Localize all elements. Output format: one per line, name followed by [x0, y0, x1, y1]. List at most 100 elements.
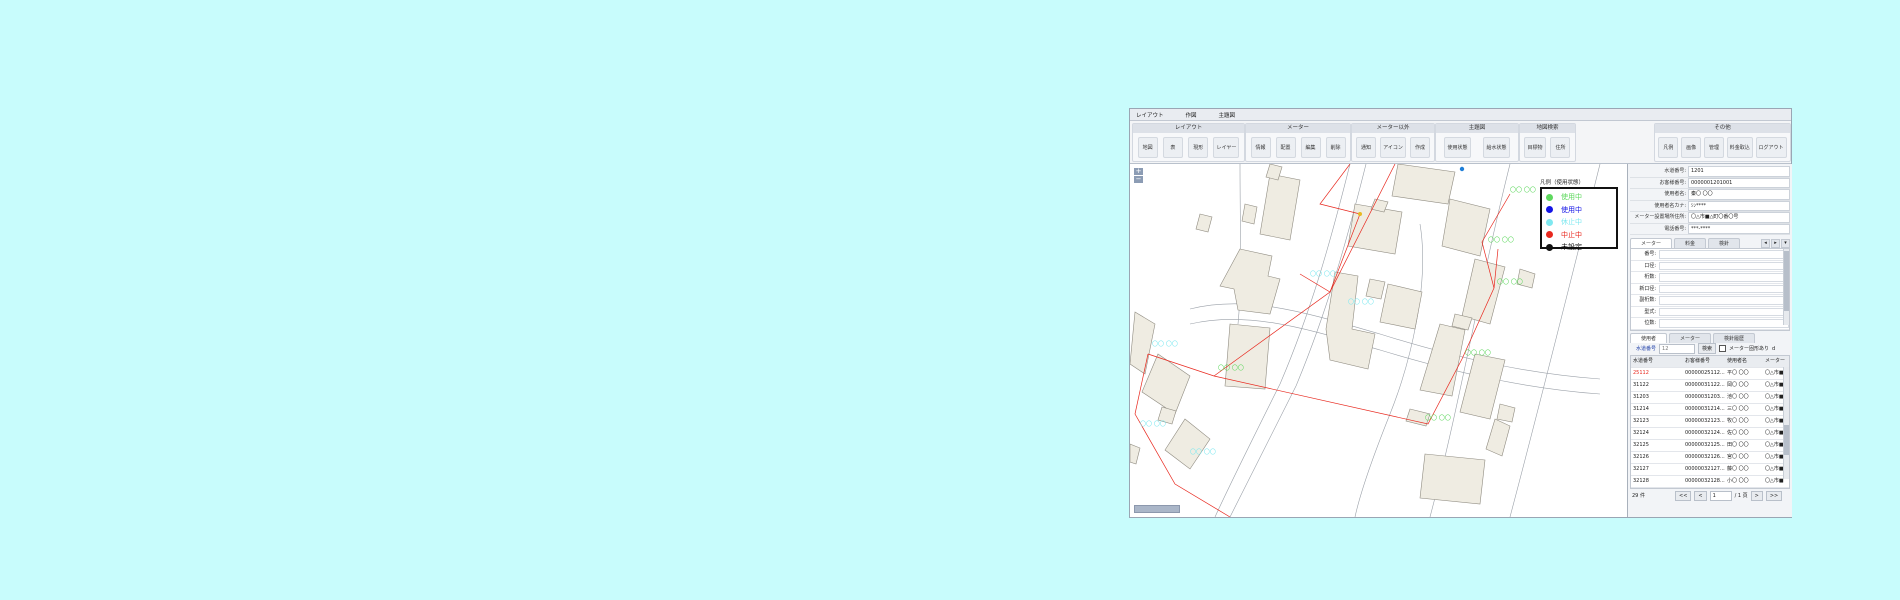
tab-right-icon[interactable]: ▸: [1771, 239, 1780, 248]
table-cell: 三〇 〇〇: [1727, 405, 1749, 412]
usage-state-button[interactable]: 使用状態: [1444, 136, 1471, 158]
table-row[interactable]: 31203 00000031203... 池〇 〇〇 〇△市■: [1631, 392, 1789, 404]
table-cell: 00000025112...: [1685, 369, 1725, 376]
ribbon-group-meter: メーター 情報 配置 編集 削除: [1245, 123, 1351, 162]
checkbox-label: メーター固形あり: [1729, 346, 1770, 352]
ribbon-group-title: その他: [1655, 124, 1790, 133]
menu-theme-map[interactable]: 主題図: [1219, 111, 1236, 119]
column-header[interactable]: メーター: [1765, 356, 1789, 367]
logout-button[interactable]: ログアウト: [1755, 136, 1787, 158]
current-button[interactable]: 現形: [1188, 136, 1209, 158]
table-button[interactable]: 表: [1162, 136, 1183, 158]
tab-meters[interactable]: メーター: [1669, 332, 1712, 343]
landmark-button[interactable]: 目標物: [1524, 136, 1546, 158]
address-button[interactable]: 住所: [1550, 136, 1571, 158]
zoom-out-button[interactable]: −: [1134, 176, 1143, 183]
next-page-button[interactable]: >: [1750, 490, 1763, 501]
digits-input[interactable]: [1659, 273, 1789, 282]
tab-users[interactable]: 使用者: [1630, 332, 1668, 343]
search-input[interactable]: 12: [1659, 343, 1696, 354]
table-cell: 00000032125...: [1685, 441, 1725, 448]
table-cell: 00000032124...: [1685, 429, 1725, 436]
table-row[interactable]: 31122 00000031122... 岡〇 〇〇 〇△市■: [1631, 380, 1789, 392]
user-name-field[interactable]: 秦〇 〇〇: [1688, 189, 1790, 200]
table-cell: 小〇 〇〇: [1727, 477, 1749, 484]
meter-info-button[interactable]: 情報: [1250, 136, 1271, 158]
menu-draw[interactable]: 作図: [1186, 111, 1197, 119]
tab-reading-history[interactable]: 検針履歴: [1713, 332, 1756, 343]
model-input[interactable]: [1659, 307, 1789, 316]
table-cell: 岡〇 〇〇: [1727, 381, 1749, 388]
table-row[interactable]: 31214 00000031214... 三〇 〇〇 〇△市■: [1631, 404, 1789, 416]
meter-number-input[interactable]: [1659, 250, 1789, 259]
diameter-input[interactable]: [1659, 261, 1789, 270]
table-cell: 32128: [1633, 477, 1649, 484]
prev-page-button[interactable]: <: [1694, 490, 1707, 501]
column-header[interactable]: 水道番号: [1631, 356, 1685, 367]
customer-no-field[interactable]: 0000001201001: [1688, 177, 1790, 188]
ribbon-group-title: レイアウト: [1133, 124, 1244, 133]
ribbon-group-title: 地図検索: [1520, 124, 1575, 133]
user-kana-field[interactable]: ｼﾝ****: [1688, 200, 1790, 211]
table-row[interactable]: 25112 00000025112... 平〇 〇〇 〇△市■: [1631, 368, 1789, 380]
tab-fee[interactable]: 料金: [1674, 238, 1707, 248]
svg-text:〇〇 〇〇: 〇〇 〇〇: [1465, 350, 1491, 357]
table-cell: 宮〇 〇〇: [1727, 453, 1749, 460]
fee-import-button[interactable]: 料金取込: [1726, 136, 1753, 158]
legend-button[interactable]: 凡例: [1658, 136, 1679, 158]
table-row[interactable]: 32128 00000032128... 小〇 〇〇 〇△市■: [1631, 476, 1789, 488]
table-cell: 佐〇 〇〇: [1727, 429, 1749, 436]
legend-label: 使用中: [1561, 193, 1582, 202]
tab-meter[interactable]: メーター: [1630, 238, 1673, 248]
ribbon-group-layout: レイアウト 地図 表 現形 レイヤー: [1132, 123, 1245, 162]
page-input[interactable]: 1: [1709, 490, 1732, 501]
notice-button[interactable]: 通知: [1356, 136, 1377, 158]
table-row[interactable]: 32124 00000032124... 佐〇 〇〇 〇△市■: [1631, 428, 1789, 440]
supply-state-button[interactable]: 給水状態: [1483, 136, 1510, 158]
table-scrollbar[interactable]: [1783, 366, 1789, 479]
phone-field[interactable]: ***-****: [1688, 223, 1790, 234]
create-button[interactable]: 作成: [1409, 136, 1430, 158]
tab-menu-icon[interactable]: ▾: [1781, 239, 1790, 248]
icon-button[interactable]: アイコン: [1380, 136, 1406, 158]
zoom-in-button[interactable]: +: [1134, 168, 1143, 175]
map-button[interactable]: 地図: [1137, 136, 1158, 158]
meter-place-button[interactable]: 配置: [1275, 136, 1296, 158]
position-input[interactable]: [1659, 319, 1789, 328]
water-no-field[interactable]: 1201: [1688, 166, 1790, 177]
manage-button[interactable]: 管理: [1703, 136, 1724, 158]
table-row[interactable]: 32127 00000032127... 藤〇 〇〇 〇△市■: [1631, 464, 1789, 476]
image-button[interactable]: 画像: [1681, 136, 1702, 158]
table-row[interactable]: 32125 00000032125... 田〇 〇〇 〇△市■: [1631, 440, 1789, 452]
menu-bar: レイアウト 作図 主題図: [1130, 109, 1791, 121]
layer-button[interactable]: レイヤー: [1213, 136, 1240, 158]
map-view[interactable]: 〇〇 〇〇 〇〇 〇〇 〇〇 〇〇 〇〇 〇〇 〇〇 〇〇 〇〇 〇〇 〇〇 〇…: [1130, 164, 1628, 517]
last-page-button[interactable]: >>: [1765, 490, 1783, 501]
meter-address-field[interactable]: 〇△市■△町〇番〇号: [1688, 212, 1790, 223]
tab-left-icon[interactable]: ◂: [1761, 239, 1770, 248]
sub-digits-input[interactable]: [1659, 296, 1789, 305]
meter-delete-button[interactable]: 削除: [1325, 136, 1346, 158]
legend-item: 休止中: [1546, 216, 1612, 229]
column-header[interactable]: お客様番号: [1685, 356, 1727, 367]
column-header[interactable]: 使用者名: [1727, 356, 1765, 367]
legend-label: 未設定: [1561, 243, 1582, 252]
first-page-button[interactable]: <<: [1675, 490, 1692, 501]
table-row[interactable]: 32123 00000032123... 牧〇 〇〇 〇△市■: [1631, 416, 1789, 428]
table-cell: 31214: [1633, 405, 1649, 412]
search-button[interactable]: 検索: [1698, 343, 1717, 354]
user-kana-label: 使用者名カナ:: [1654, 202, 1686, 209]
tab-reading[interactable]: 検針: [1708, 238, 1741, 248]
meter-tabs: メーター 料金 検針 ◂ ▸ ▾: [1630, 238, 1790, 248]
meter-form-scrollbar[interactable]: [1783, 249, 1789, 325]
new-diameter-input[interactable]: [1659, 284, 1789, 293]
meter-edit-button[interactable]: 編集: [1300, 136, 1321, 158]
table-row[interactable]: 32126 00000032126... 宮〇 〇〇 〇△市■: [1631, 452, 1789, 464]
pager: 29 件 << < 1 / 1 頁 > >>: [1630, 489, 1790, 503]
svg-text:〇〇 〇〇: 〇〇 〇〇: [1497, 279, 1523, 286]
meter-fixed-checkbox[interactable]: [1719, 345, 1727, 352]
table-cell: 31122: [1633, 381, 1649, 388]
menu-layout[interactable]: レイアウト: [1136, 111, 1164, 119]
blue-dot-icon: [1546, 206, 1553, 214]
ribbon-group-map-search: 地図検索 目標物 住所: [1519, 123, 1576, 162]
